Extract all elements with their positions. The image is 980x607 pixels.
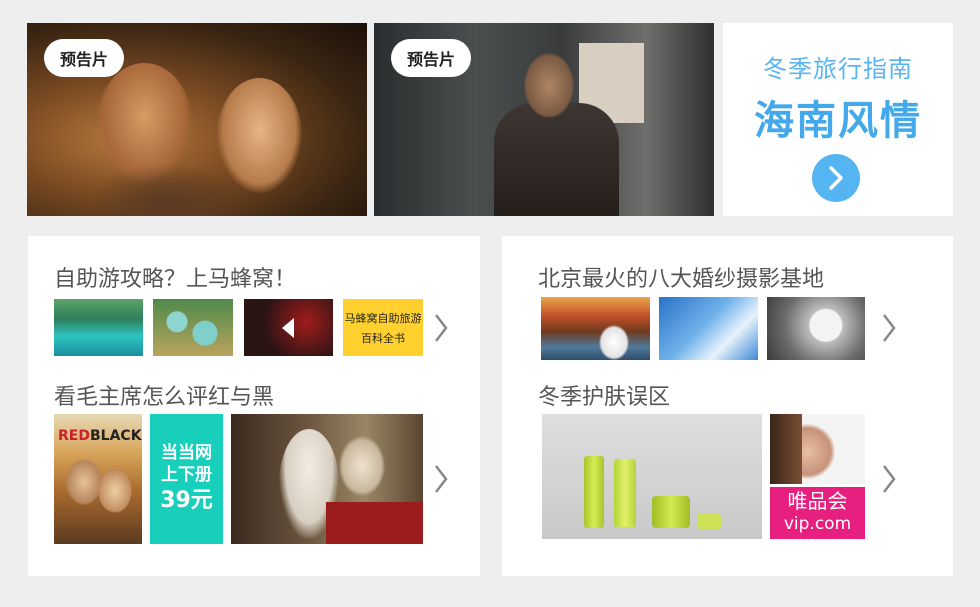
skincare-products-thumb[interactable] bbox=[542, 414, 762, 539]
vip-model-thumb[interactable] bbox=[770, 414, 865, 484]
promo-price: 39元 bbox=[160, 488, 213, 513]
product-bottle bbox=[584, 456, 604, 528]
model-hair bbox=[770, 414, 802, 484]
wedding-photo-heading[interactable]: 北京最火的八大婚纱摄影基地 bbox=[538, 261, 824, 293]
scene-figure-right bbox=[217, 78, 302, 193]
scene-shadow bbox=[87, 163, 247, 216]
right-panel: 北京最火的八大婚纱摄影基地 冬季护肤误区 唯品会 vip.com bbox=[502, 236, 953, 576]
travel-thumb-gallery[interactable] bbox=[244, 299, 333, 356]
chevron-right-icon[interactable] bbox=[878, 459, 900, 499]
book-title-black: BLACK bbox=[90, 428, 142, 444]
mafengwo-guide-card[interactable]: 马蜂窝自助旅游 百科全书 bbox=[343, 299, 423, 356]
left-panel: 自助游攻略？上马蜂窝！ 马蜂窝自助旅游 百科全书 看毛主席怎么评红与黑 RED … bbox=[28, 236, 480, 576]
movie-trailer-tile-1[interactable]: 预告片 bbox=[27, 23, 367, 216]
painting-thumb[interactable] bbox=[231, 414, 423, 544]
vip-logo-cn: 唯品会 bbox=[787, 489, 848, 513]
skincare-heading[interactable]: 冬季护肤误区 bbox=[538, 379, 670, 411]
guide-card-line1: 马蜂窝自助旅游 bbox=[344, 312, 422, 325]
mafengwo-heading[interactable]: 自助游攻略？上马蜂窝！ bbox=[54, 261, 296, 293]
wedding-thumb-studio[interactable] bbox=[767, 297, 865, 360]
book-cover-figure bbox=[66, 459, 102, 505]
travel-thumb-pools[interactable] bbox=[153, 299, 233, 356]
promo-line1: 当当网 bbox=[161, 443, 212, 463]
scene-man-coat bbox=[494, 103, 619, 216]
guide-card-line2: 百科全书 bbox=[361, 332, 405, 345]
book-cover-red-and-black[interactable]: RED BLACK bbox=[54, 414, 142, 544]
product-small-jar bbox=[697, 514, 721, 529]
chevron-right-circle-icon[interactable] bbox=[812, 154, 860, 202]
travel-guide-subtitle: 冬季旅行指南 bbox=[763, 55, 913, 83]
wedding-dress bbox=[599, 325, 629, 360]
carousel-prev-icon bbox=[281, 317, 294, 338]
red-black-heading[interactable]: 看毛主席怎么评红与黑 bbox=[54, 379, 274, 411]
book-cover-figure bbox=[98, 469, 132, 513]
chevron-right-icon[interactable] bbox=[430, 459, 452, 499]
travel-thumb-lake[interactable] bbox=[54, 299, 143, 356]
travel-guide-title: 海南风情 bbox=[754, 98, 922, 144]
trailer-badge: 预告片 bbox=[391, 39, 471, 77]
vip-logo-en: vip.com bbox=[783, 514, 852, 534]
painting-table bbox=[326, 502, 423, 544]
movie-trailer-tile-2[interactable]: 预告片 bbox=[374, 23, 714, 216]
dangdang-promo-card[interactable]: 当当网 上下册 39元 bbox=[150, 414, 223, 544]
promo-line2: 上下册 bbox=[161, 465, 212, 485]
travel-guide-tile[interactable]: 冬季旅行指南 海南风情 bbox=[723, 23, 953, 216]
trailer-badge: 预告片 bbox=[44, 39, 124, 77]
painting-figure-man bbox=[339, 436, 385, 496]
chevron-right-icon[interactable] bbox=[430, 308, 452, 348]
wedding-thumb-sky[interactable] bbox=[659, 297, 758, 360]
product-jar bbox=[652, 496, 690, 528]
wedding-thumb-sunset[interactable] bbox=[541, 297, 650, 360]
product-tube bbox=[614, 459, 636, 527]
chevron-right-icon[interactable] bbox=[878, 308, 900, 348]
vip-logo[interactable]: 唯品会 vip.com bbox=[770, 487, 865, 539]
scene-man-face bbox=[524, 53, 574, 118]
book-title-red: RED bbox=[58, 428, 90, 444]
